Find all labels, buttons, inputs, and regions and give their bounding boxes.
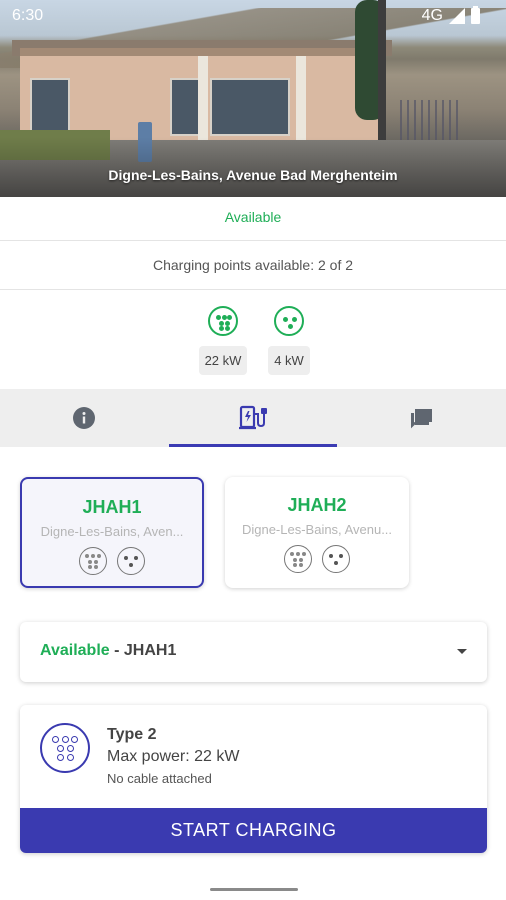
tab-charging-points[interactable] [169, 389, 337, 447]
type2-connector-icon [79, 547, 107, 575]
dropdown-point: JHAH1 [123, 642, 177, 659]
type2-connector-icon [208, 306, 238, 336]
station-availability: Available [0, 197, 506, 241]
connector-detail-card: Type 2 Max power: 22 kW No cable attache… [20, 705, 487, 853]
signal-icon [449, 8, 465, 24]
type2-connector-icon [284, 545, 312, 573]
charging-point-select[interactable]: Available - JHAH1 [20, 622, 487, 682]
tab-info[interactable] [0, 389, 168, 447]
connector-type: Type 2 [107, 726, 157, 743]
connector-cable-status: No cable attached [107, 771, 212, 786]
charging-point-name: JHAH1 [82, 497, 142, 517]
charging-point-card[interactable]: JHAH2 Digne-Les-Bains, Avenu... [225, 477, 409, 588]
charging-point-address: Digne-Les-Bains, Aven... [40, 524, 184, 539]
network-label: 4G [421, 7, 443, 24]
connector-power-label: 4 kW [268, 346, 310, 375]
connector-summary-item: 22 kW [198, 306, 248, 375]
tab-bar [0, 389, 506, 447]
charging-station-icon [239, 405, 267, 430]
start-charging-button[interactable]: START CHARGING [20, 808, 487, 853]
connector-summary-item: 4 kW [264, 306, 314, 375]
charging-point-address: Digne-Les-Bains, Avenu... [241, 522, 393, 537]
info-icon [73, 407, 95, 429]
domestic-plug-icon [274, 306, 304, 336]
charging-points-summary: Charging points available: 2 of 2 [0, 241, 506, 290]
chevron-down-icon [457, 649, 467, 654]
battery-icon [471, 6, 480, 24]
dropdown-separator: - [109, 642, 124, 659]
clock: 6:30 [12, 7, 44, 24]
comments-icon [411, 409, 432, 429]
connector-summary: 22 kW 4 kW [0, 290, 506, 388]
connector-max-power: Max power: 22 kW [107, 748, 240, 765]
station-title: Digne-Les-Bains, Avenue Bad Merghenteim [108, 167, 398, 183]
type2-connector-icon [40, 723, 90, 773]
app-screen: 6:30 4G Digne-Les-Bains, Avenue Bad Merg… [0, 0, 506, 900]
home-indicator[interactable] [210, 888, 298, 891]
connector-power-label: 22 kW [198, 346, 248, 375]
charging-point-card[interactable]: JHAH1 Digne-Les-Bains, Aven... [20, 477, 204, 588]
charging-point-name: JHAH2 [287, 495, 347, 515]
tab-comments[interactable] [338, 389, 506, 447]
status-bar: 6:30 4G [0, 0, 506, 30]
domestic-plug-icon [322, 545, 350, 573]
dropdown-status: Available [40, 642, 110, 659]
domestic-plug-icon [117, 547, 145, 575]
